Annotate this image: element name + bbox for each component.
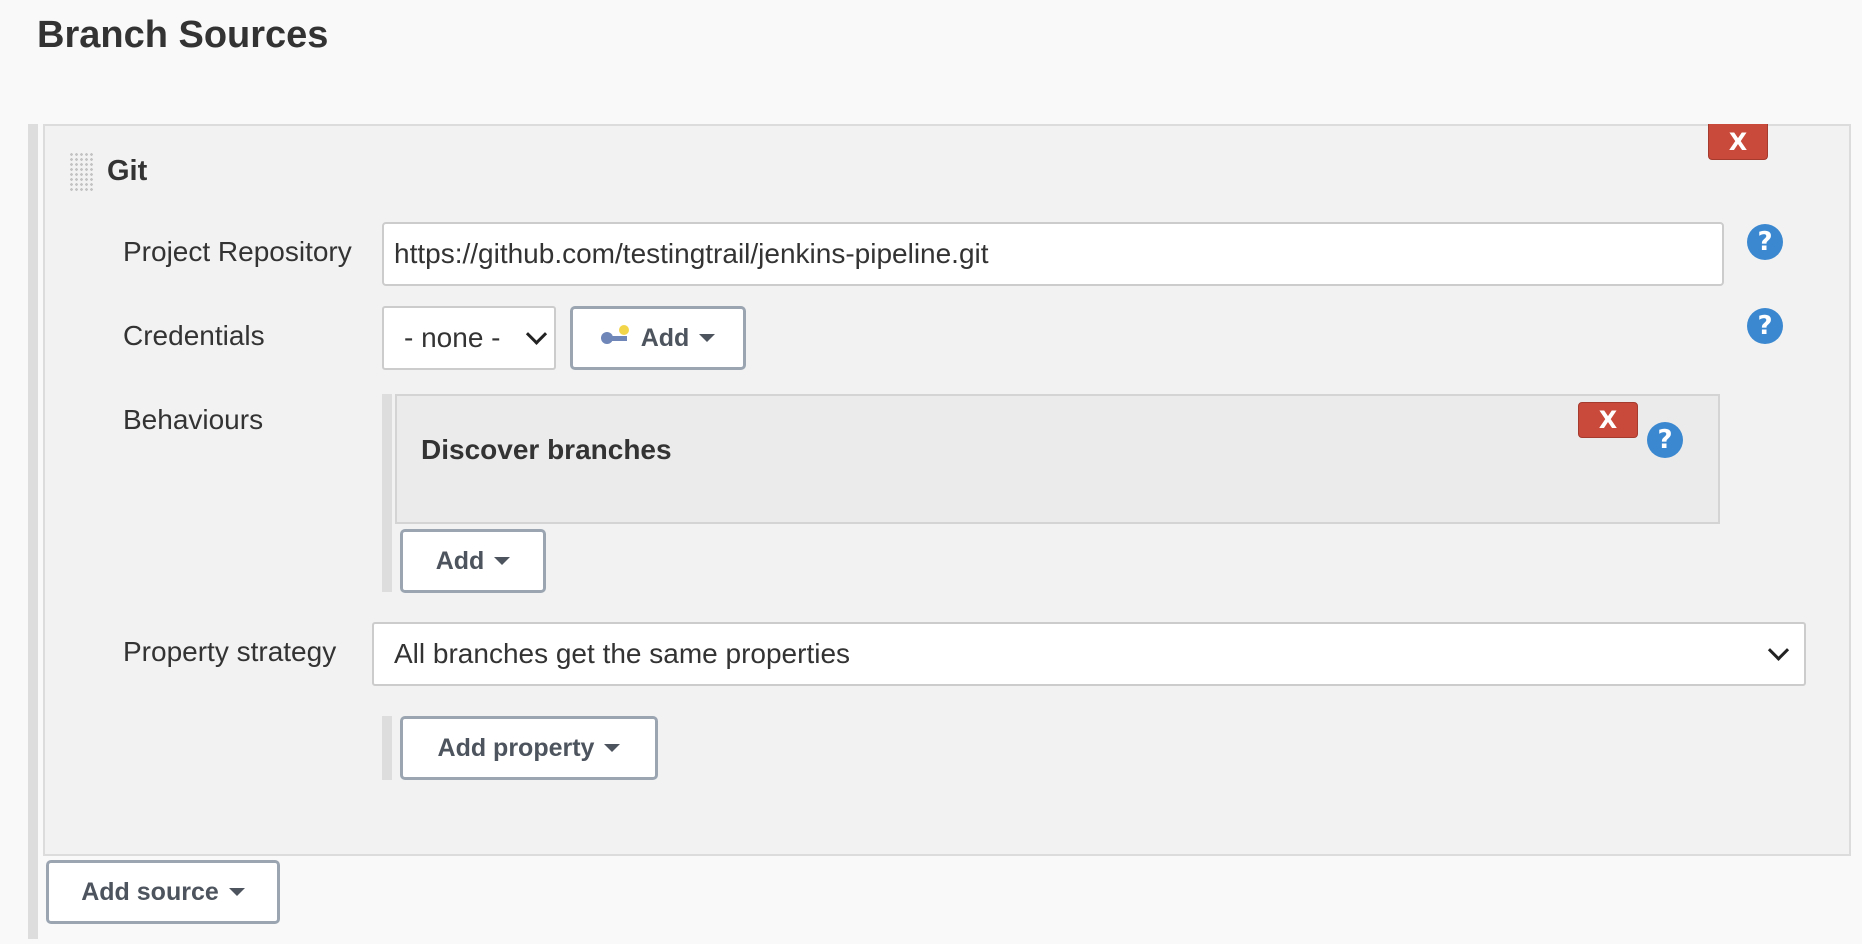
- project-repository-label: Project Repository: [123, 236, 352, 267]
- section-left-bar: [28, 124, 38, 939]
- add-property-label: Add property: [437, 733, 595, 762]
- page-title: Branch Sources: [37, 14, 329, 56]
- caret-down-icon: [494, 557, 511, 565]
- delete-git-source-button[interactable]: X: [1708, 124, 1768, 160]
- property-strategy-selected-value: All branches get the same properties: [394, 638, 851, 669]
- property-strategy-label: Property strategy: [123, 636, 337, 667]
- chevron-down-icon: [1767, 639, 1790, 661]
- credentials-label: Credentials: [123, 320, 265, 351]
- behaviour-help-icon[interactable]: ?: [1647, 422, 1683, 458]
- drag-handle-icon[interactable]: [69, 152, 93, 192]
- project-repository-input[interactable]: https://github.com/testingtrail/jenkins-…: [382, 222, 1724, 286]
- behaviours-left-bar: [382, 394, 392, 592]
- add-credentials-button[interactable]: Add: [570, 306, 746, 370]
- add-behaviour-label: Add: [435, 546, 485, 575]
- property-strategy-select[interactable]: All branches get the same properties: [372, 622, 1806, 686]
- delete-behaviour-button[interactable]: X: [1578, 402, 1638, 438]
- chevron-down-icon: [525, 323, 548, 345]
- add-behaviour-button[interactable]: Add: [400, 529, 546, 593]
- add-credentials-label: Add: [640, 323, 690, 352]
- credentials-select[interactable]: - none -: [382, 306, 556, 370]
- add-source-label: Add source: [81, 877, 219, 906]
- behaviours-label: Behaviours: [123, 404, 264, 435]
- caret-down-icon: [228, 888, 245, 896]
- git-source-title: Git: [107, 155, 148, 187]
- key-icon: [600, 325, 631, 348]
- caret-down-icon: [604, 744, 621, 752]
- caret-down-icon: [699, 334, 716, 342]
- project-repository-help-icon[interactable]: ?: [1747, 224, 1783, 260]
- property-left-bar: [382, 716, 392, 780]
- credentials-selected-value: - none -: [404, 322, 501, 353]
- add-property-button[interactable]: Add property: [400, 716, 658, 780]
- behaviour-item-title: Discover branches: [421, 434, 672, 465]
- add-source-button[interactable]: Add source: [46, 860, 280, 924]
- credentials-help-icon[interactable]: ?: [1747, 308, 1783, 344]
